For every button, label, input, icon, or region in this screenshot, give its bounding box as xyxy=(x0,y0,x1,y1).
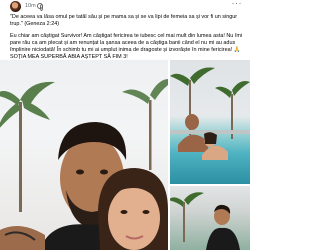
photo-couple-selfie[interactable] xyxy=(0,60,168,250)
post-caption: "De aceea va lăsa omul pe tatăl său și p… xyxy=(10,14,246,61)
caption-paragraph-2: Eu chiar am câștigat Survivor! Am câștig… xyxy=(10,33,243,60)
avatar[interactable] xyxy=(10,1,21,12)
post-timestamp[interactable]: 10m xyxy=(25,3,36,9)
photo-beach[interactable] xyxy=(170,186,250,250)
photo-grid xyxy=(0,60,250,250)
caption-paragraph-1: "De aceea va lăsa omul pe tatăl său și p… xyxy=(10,14,238,27)
more-icon[interactable]: ··· xyxy=(232,0,243,8)
photo-pool[interactable] xyxy=(170,60,250,184)
post-header: 10m ··· xyxy=(0,0,250,14)
globe-icon xyxy=(37,3,44,11)
